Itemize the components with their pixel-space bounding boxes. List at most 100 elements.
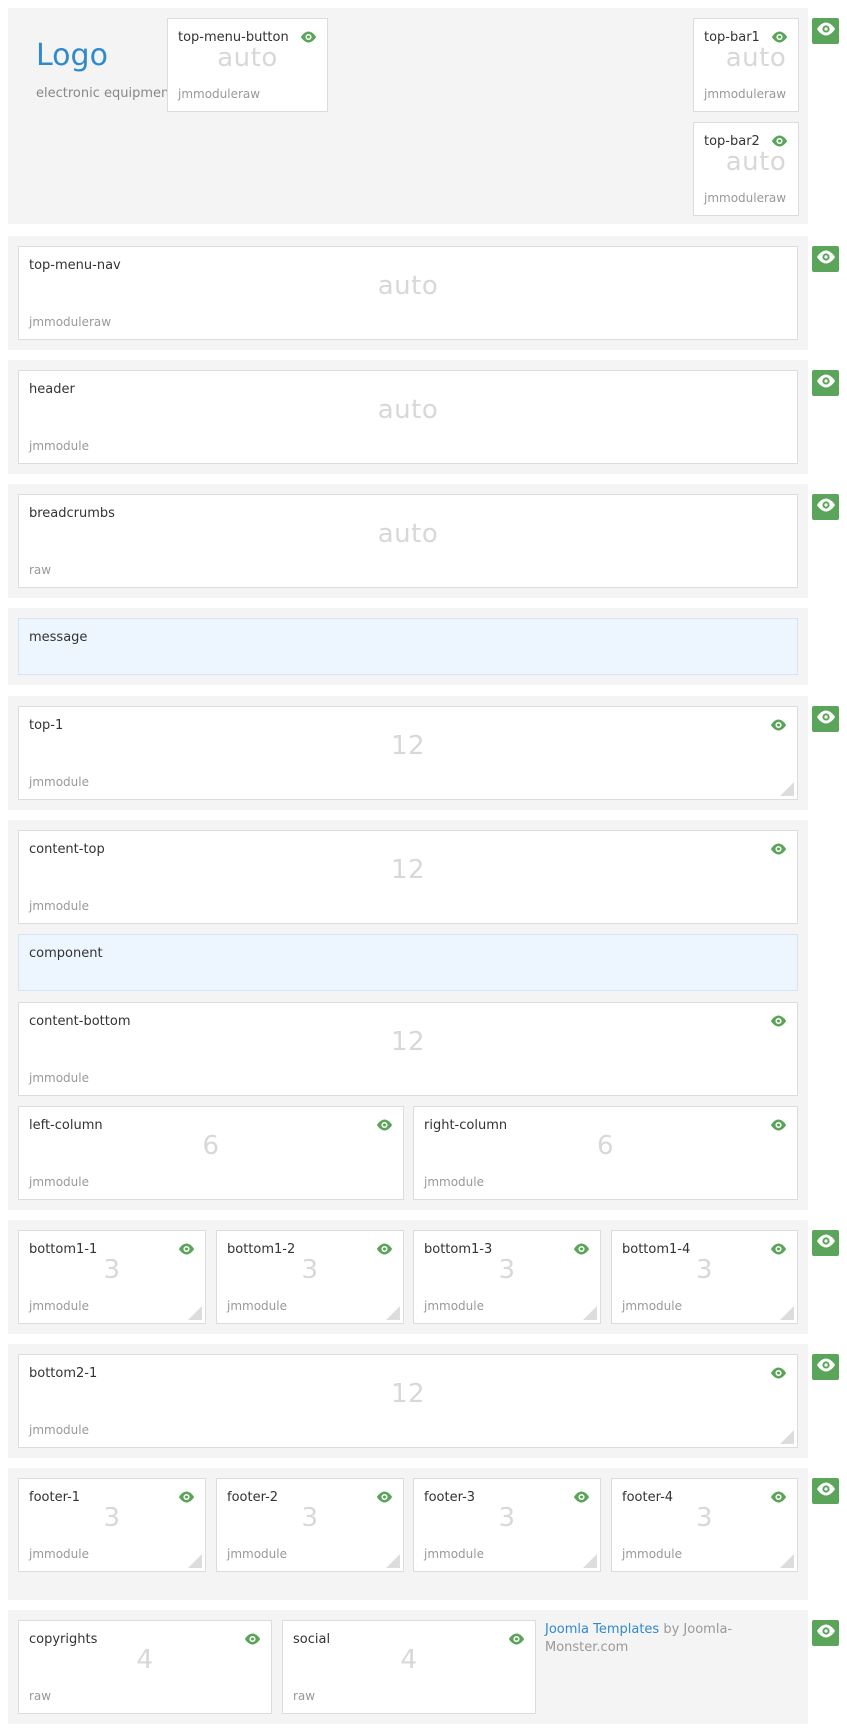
row-visibility-toggle[interactable] (812, 18, 839, 44)
module-size: 4 (136, 1645, 154, 1675)
footer-credit: Joomla Templates by Joomla-Monster.com (545, 1621, 765, 1657)
module-top-bar2[interactable]: top-bar2 auto jmmoduleraw (693, 122, 799, 216)
resize-handle[interactable] (780, 782, 794, 796)
module-style: jmmodule (622, 1547, 682, 1561)
eye-icon (816, 1358, 836, 1377)
module-size: 3 (695, 1255, 714, 1285)
row-footer: footer-1 3 jmmodule footer-2 3 jmmodule … (8, 1468, 808, 1600)
module-component[interactable]: component (18, 934, 798, 991)
module-style: jmmodule (29, 1071, 89, 1085)
row-top-menu-nav: top-menu-nav auto jmmoduleraw (8, 236, 808, 350)
resize-handle[interactable] (386, 1554, 400, 1568)
eye-icon (816, 498, 836, 517)
row-visibility-toggle[interactable] (812, 1478, 839, 1504)
module-style: jmmodule (622, 1299, 682, 1313)
module-footer-1[interactable]: footer-1 3 jmmodule (18, 1478, 206, 1572)
resize-handle[interactable] (780, 1306, 794, 1320)
module-right-column[interactable]: right-column 6 jmmodule (413, 1106, 798, 1200)
module-style: jmmodule (29, 1547, 89, 1561)
row-visibility-toggle[interactable] (812, 1620, 839, 1646)
module-size: auto (217, 43, 278, 73)
eye-icon (816, 1482, 836, 1501)
module-footer-4[interactable]: footer-4 3 jmmodule (611, 1478, 798, 1572)
row-visibility-toggle[interactable] (812, 1230, 839, 1256)
module-top-bar1[interactable]: top-bar1 auto jmmoduleraw (693, 18, 799, 112)
module-style: jmmodule (29, 1423, 89, 1437)
module-size: 3 (498, 1255, 516, 1285)
module-size: 12 (390, 1027, 426, 1057)
row-bottom1: bottom1-1 3 jmmodule bottom1-2 3 jmmodul… (8, 1220, 808, 1334)
module-bottom2-1[interactable]: bottom2-1 12 jmmodule (18, 1354, 798, 1448)
module-copyrights[interactable]: copyrights 4 raw (18, 1620, 272, 1714)
module-top-1[interactable]: top-1 12 jmmodule (18, 706, 798, 800)
module-name: message (29, 630, 88, 645)
module-top-menu-button[interactable]: top-menu-button auto jmmoduleraw (167, 18, 328, 112)
module-footer-2[interactable]: footer-2 3 jmmodule (216, 1478, 404, 1572)
row-visibility-toggle[interactable] (812, 494, 839, 520)
resize-handle[interactable] (386, 1306, 400, 1320)
module-size: 12 (390, 855, 426, 885)
module-top-menu-nav[interactable]: top-menu-nav auto jmmoduleraw (18, 246, 798, 340)
row-content: content-top 12 jmmodule component conten… (8, 820, 808, 1210)
module-style: jmmoduleraw (29, 315, 112, 329)
resize-handle[interactable] (188, 1554, 202, 1568)
joomla-templates-link[interactable]: Joomla Templates (545, 1622, 659, 1637)
module-style: raw (293, 1689, 316, 1703)
module-style: jmmodule (29, 1175, 89, 1189)
module-size: 3 (103, 1255, 121, 1285)
module-style: jmmodule (29, 1299, 89, 1313)
resize-handle[interactable] (583, 1554, 597, 1568)
site-tagline: electronic equipment (36, 86, 175, 101)
module-style: jmmoduleraw (704, 87, 787, 101)
module-style: jmmodule (424, 1175, 484, 1189)
module-left-column[interactable]: left-column 6 jmmodule (18, 1106, 404, 1200)
module-size: 6 (596, 1131, 615, 1161)
eye-icon (816, 710, 836, 729)
eye-icon (816, 22, 836, 41)
module-name: component (29, 946, 103, 961)
module-style: jmmodule (29, 775, 89, 789)
module-size: 12 (390, 1379, 426, 1409)
module-size: 12 (390, 731, 426, 761)
resize-handle[interactable] (583, 1306, 597, 1320)
module-bottom1-2[interactable]: bottom1-2 3 jmmodule (216, 1230, 404, 1324)
module-message[interactable]: message (18, 618, 798, 675)
module-bottom1-1[interactable]: bottom1-1 3 jmmodule (18, 1230, 206, 1324)
row-top-1: top-1 12 jmmodule (8, 696, 808, 810)
module-content-bottom[interactable]: content-bottom 12 jmmodule (18, 1002, 798, 1096)
module-header[interactable]: header auto jmmodule (18, 370, 798, 464)
module-size: auto (377, 395, 439, 425)
row-visibility-toggle[interactable] (812, 1354, 839, 1380)
row-visibility-toggle[interactable] (812, 706, 839, 732)
module-bottom1-3[interactable]: bottom1-3 3 jmmodule (413, 1230, 601, 1324)
module-style: raw (29, 1689, 52, 1703)
module-size: 3 (498, 1503, 516, 1533)
module-size: 3 (301, 1503, 319, 1533)
module-footer-3[interactable]: footer-3 3 jmmodule (413, 1478, 601, 1572)
module-style: jmmodule (227, 1299, 287, 1313)
module-size: auto (377, 271, 439, 301)
row-visibility-toggle[interactable] (812, 370, 839, 396)
module-social[interactable]: social 4 raw (282, 1620, 536, 1714)
module-style: jmmodule (29, 899, 89, 913)
logo[interactable]: Logo (36, 38, 108, 73)
row-message: message (8, 608, 808, 685)
module-style: jmmodule (227, 1547, 287, 1561)
eye-icon (816, 1624, 836, 1643)
resize-handle[interactable] (780, 1430, 794, 1444)
module-breadcrumbs[interactable]: breadcrumbs auto raw (18, 494, 798, 588)
module-size: 3 (103, 1503, 121, 1533)
module-size: 4 (400, 1645, 418, 1675)
row-header: header auto jmmodule (8, 360, 808, 474)
resize-handle[interactable] (188, 1306, 202, 1320)
module-style: jmmoduleraw (704, 191, 787, 205)
eye-icon (816, 250, 836, 269)
module-size: auto (725, 43, 787, 73)
resize-handle[interactable] (780, 1554, 794, 1568)
module-content-top[interactable]: content-top 12 jmmodule (18, 830, 798, 924)
row-visibility-toggle[interactable] (812, 246, 839, 272)
row-top: Logo electronic equipment top-menu-butto… (8, 8, 808, 224)
module-style: jmmodule (29, 439, 89, 453)
module-bottom1-4[interactable]: bottom1-4 3 jmmodule (611, 1230, 798, 1324)
module-size: auto (725, 147, 787, 177)
